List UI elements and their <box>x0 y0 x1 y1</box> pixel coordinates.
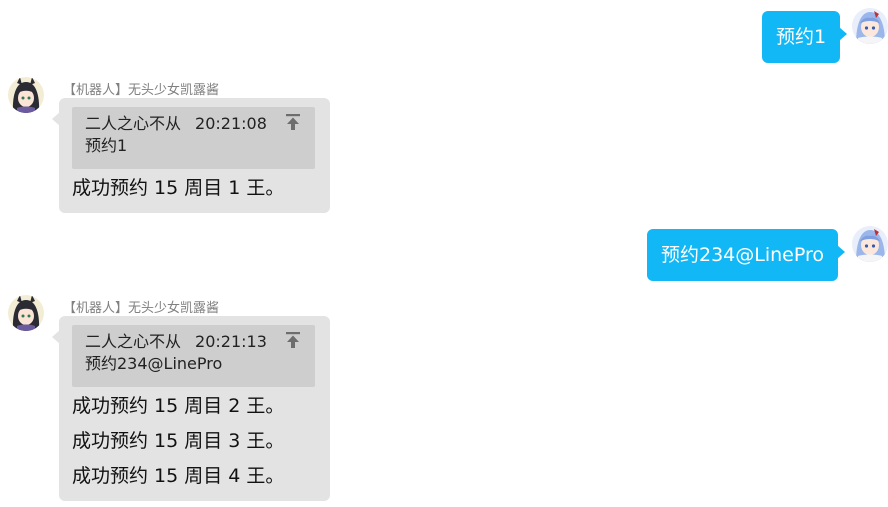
bot-avatar[interactable] <box>8 295 44 331</box>
bot-result-line: 成功预约 15 周目 2 王。 <box>72 395 285 417</box>
bot-result-line: 成功预约 15 周目 1 王。 <box>72 177 285 199</box>
anime-girl-avatar-icon <box>8 77 44 113</box>
quote-author: 二人之心不从 <box>85 332 182 351</box>
user-bubble[interactable]: 预约1 <box>762 11 848 63</box>
bot-avatar[interactable] <box>8 77 44 113</box>
sender-name: 【机器人】无头少女凯露酱 <box>63 83 220 98</box>
user-avatar[interactable] <box>852 8 888 44</box>
anime-girl-avatar-icon <box>852 226 888 262</box>
quote-author: 二人之心不从 <box>85 114 182 133</box>
sender-name: 【机器人】无头少女凯露酱 <box>63 301 220 316</box>
quote-header: 二人之心不从 20:21:13 <box>85 331 302 353</box>
user-message-text: 预约1 <box>776 26 827 48</box>
user-message-text: 预约234@LinePro <box>661 244 825 266</box>
quote-text: 预约1 <box>85 136 128 155</box>
anime-girl-avatar-icon <box>852 8 888 44</box>
quote-time: 20:21:13 <box>195 332 267 351</box>
quoted-message[interactable]: 二人之心不从 20:21:13 预约234@LinePro <box>72 325 315 387</box>
quote-header: 二人之心不从 20:21:08 <box>85 113 302 135</box>
quote-time: 20:21:08 <box>195 114 267 133</box>
bot-bubble[interactable]: 二人之心不从 20:21:08 预约1 成功预约 15 周目 1 王。 <box>52 98 330 213</box>
quote-text: 预约234@LinePro <box>85 354 223 373</box>
bot-result-line: 成功预约 15 周目 4 王。 <box>72 465 285 487</box>
message-user-2: 预约234@LinePro <box>645 229 846 281</box>
user-avatar[interactable] <box>852 226 888 262</box>
user-bubble[interactable]: 预约234@LinePro <box>647 229 846 281</box>
quoted-message[interactable]: 二人之心不从 20:21:08 预约1 <box>72 107 315 169</box>
anime-girl-avatar-icon <box>8 295 44 331</box>
jump-to-top-icon[interactable] <box>285 331 301 349</box>
bot-result-line: 成功预约 15 周目 3 王。 <box>72 430 285 452</box>
bot-bubble[interactable]: 二人之心不从 20:21:13 预约234@LinePro 成功预约 15 周目 … <box>52 316 330 501</box>
jump-to-top-icon[interactable] <box>285 113 301 131</box>
